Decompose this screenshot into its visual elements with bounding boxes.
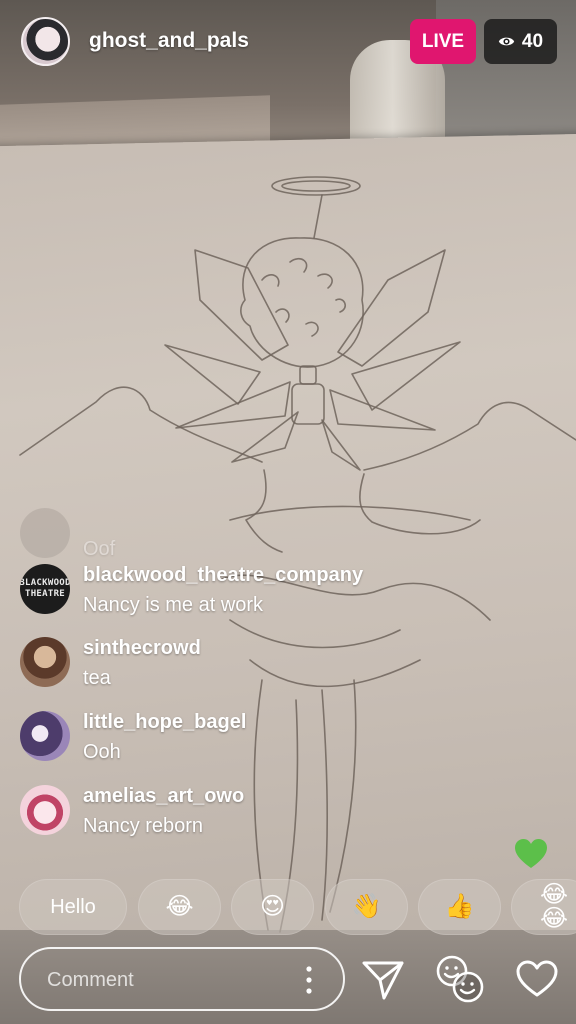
more-vertical-icon[interactable] [304, 965, 314, 995]
eye-icon [498, 37, 515, 46]
amelias-avatar[interactable] [20, 785, 70, 835]
viewer-count-badge[interactable]: 40 [484, 19, 557, 64]
reaction-chip-double-joy[interactable]: 😂😂 [511, 879, 576, 935]
heart-eyes-emoji: 😍 [259, 893, 286, 920]
blackwood-avatar-line-1: BLACKWOOD [20, 578, 70, 588]
comment-item: sinthecrowd tea [20, 637, 540, 703]
comment-username[interactable]: amelias_art_owo [83, 785, 244, 808]
reaction-chip-wave[interactable]: 👋 [325, 879, 408, 935]
faces-icon[interactable] [434, 953, 486, 1005]
reaction-chip-label: Hello [50, 895, 96, 918]
thumbs-up-emoji: 👍 [444, 893, 475, 920]
comment-text: Nancy reborn [83, 815, 204, 837]
send-icon[interactable] [362, 960, 404, 1000]
comment-text: tea [83, 667, 111, 689]
comment-input[interactable] [45, 949, 299, 1011]
host-avatar[interactable] [21, 17, 70, 66]
viewer-count: 40 [521, 30, 544, 52]
joy-emoji: 😂 [165, 893, 194, 920]
live-header: ghost_and_pals LIVE 40 [0, 0, 576, 90]
faded-avatar [20, 508, 70, 558]
comment-username[interactable]: sinthecrowd [83, 637, 201, 660]
comment-input-field[interactable] [19, 947, 345, 1011]
reaction-chip-hello[interactable]: Hello [19, 879, 127, 935]
comment-item: amelias_art_owo Nancy reborn [20, 785, 540, 851]
reaction-chip-heart-eyes[interactable]: 😍 [231, 879, 314, 935]
reaction-chip-joy[interactable]: 😂 [138, 879, 221, 935]
wave-emoji: 👋 [351, 893, 382, 920]
green-heart-icon [515, 839, 547, 868]
heart-icon[interactable] [516, 960, 558, 998]
comment-text: Nancy is me at work [83, 594, 264, 616]
comment-item: little_hope_bagel Ooh [20, 711, 540, 777]
comment-username[interactable]: little_hope_bagel [83, 711, 246, 734]
comment-item: BLACKWOOD THEATRE blackwood_theatre_comp… [20, 564, 540, 630]
double-joy-emoji: 😂😂 [540, 881, 569, 932]
blackwood-avatar[interactable]: BLACKWOOD THEATRE [20, 564, 70, 614]
sinthecrowd-avatar[interactable] [20, 637, 70, 687]
comment-username[interactable]: blackwood_theatre_company [83, 564, 363, 587]
live-badge: LIVE [410, 19, 476, 64]
host-username[interactable]: ghost_and_pals [89, 29, 249, 53]
comment-text: Ooh [83, 741, 121, 763]
little-hope-avatar[interactable] [20, 711, 70, 761]
comment-text: Oof [83, 538, 116, 560]
blackwood-avatar-line-2: THEATRE [24, 589, 66, 599]
reaction-chip-thumbs-up[interactable]: 👍 [418, 879, 501, 935]
quick-reaction-bar: Hello 😂 😍 👋 👍 😂😂 [19, 879, 576, 935]
